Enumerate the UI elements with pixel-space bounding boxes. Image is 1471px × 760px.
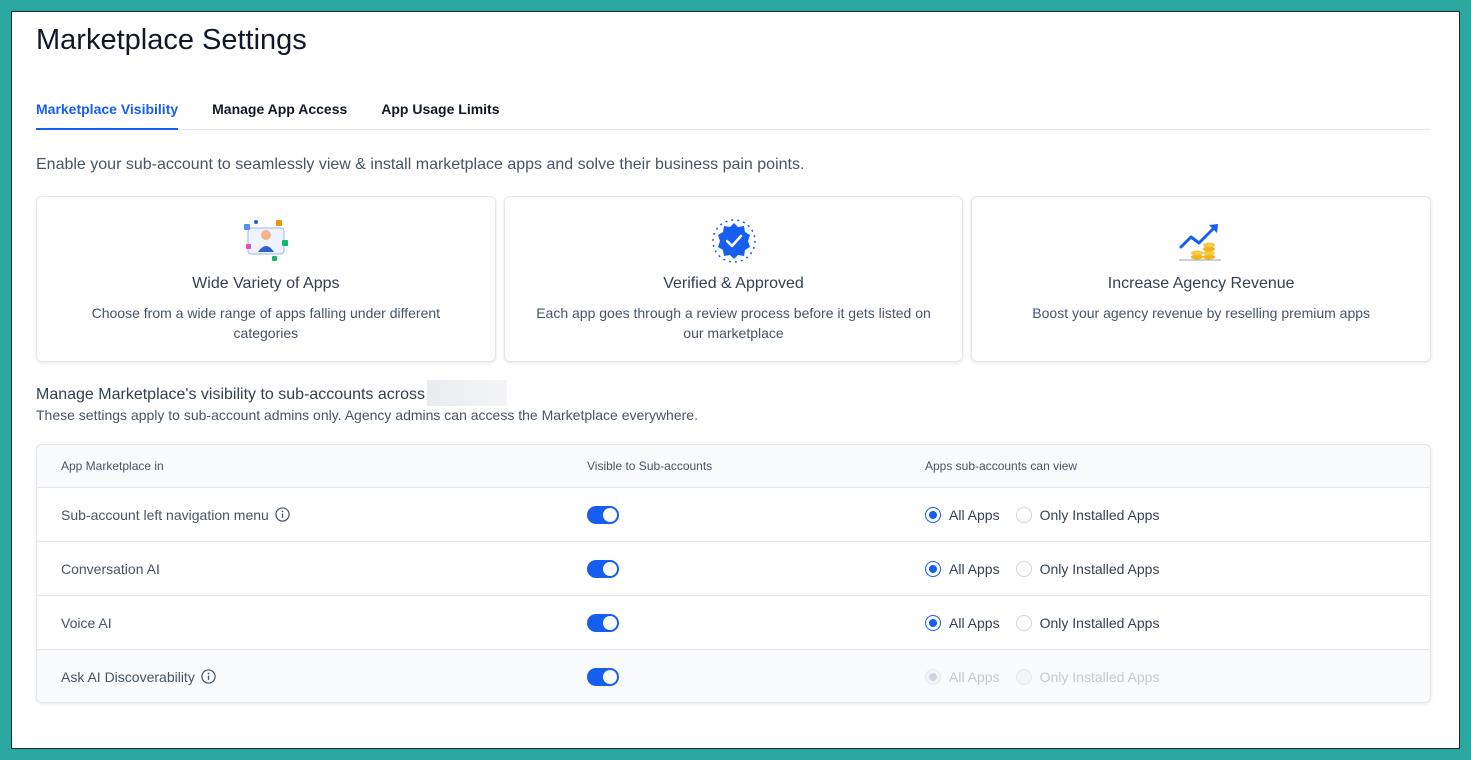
all-apps-radio[interactable] xyxy=(925,506,941,523)
row-label: Voice AI xyxy=(61,614,112,631)
radio-label: Only Installed Apps xyxy=(1039,506,1160,523)
section-subtitle: These settings apply to sub-account admi… xyxy=(36,407,698,423)
apps-view-radio-group: All Apps Only Installed Apps xyxy=(925,506,1167,523)
intro-text: Enable your sub-account to seamlessly vi… xyxy=(36,156,805,173)
card-title: Increase Agency Revenue xyxy=(1107,275,1295,292)
visibility-toggle[interactable] xyxy=(587,667,619,686)
all-apps-radio[interactable] xyxy=(925,614,941,631)
installed-apps-radio[interactable] xyxy=(1015,560,1032,577)
card-description: Choose from a wide range of apps falling… xyxy=(91,305,441,341)
visibility-toggle[interactable] xyxy=(587,505,619,524)
info-icon[interactable] xyxy=(275,507,290,522)
table-row: Conversation AI All Apps Only Installed … xyxy=(37,541,1430,595)
all-apps-radio[interactable] xyxy=(925,560,941,577)
row-label: Conversation AI xyxy=(61,560,160,577)
radio-label: All Apps xyxy=(949,506,1000,523)
table-row: Ask AI Discoverability All Apps Only Ins… xyxy=(37,649,1430,702)
card-title: Wide Variety of Apps xyxy=(192,275,340,292)
table-row: Voice AI All Apps Only Installed Apps xyxy=(37,595,1430,649)
apps-view-radio-group: All Apps Only Installed Apps xyxy=(925,668,1167,685)
section-title: Manage Marketplace's visibility to sub-a… xyxy=(36,380,507,406)
page-title: Marketplace Settings xyxy=(36,24,307,56)
feature-card-variety: Wide Variety of Apps Choose from a wide … xyxy=(36,196,496,362)
row-label: Sub-account left navigation menu xyxy=(61,506,269,523)
card-description: Boost your agency revenue by reselling p… xyxy=(1032,305,1371,321)
revenue-chart-icon xyxy=(972,217,1430,265)
row-label: Ask AI Discoverability xyxy=(61,668,195,685)
feature-cards: Wide Variety of Apps Choose from a wide … xyxy=(36,196,1432,362)
visibility-toggle[interactable] xyxy=(587,613,619,632)
feature-card-verified: Verified & Approved Each app goes throug… xyxy=(503,196,964,362)
visibility-toggle[interactable] xyxy=(587,559,619,578)
settings-panel: Marketplace Settings Marketplace Visibil… xyxy=(11,11,1460,749)
section-title-text: Manage Marketplace's visibility to sub-a… xyxy=(36,386,425,404)
card-description: Each app goes through a review process b… xyxy=(536,305,931,341)
apps-view-radio-group: All Apps Only Installed Apps xyxy=(925,560,1167,577)
radio-label: Only Installed Apps xyxy=(1039,614,1160,631)
visibility-table: App Marketplace in Visible to Sub-accoun… xyxy=(36,444,1431,703)
verified-badge-icon xyxy=(505,217,963,265)
radio-label: Only Installed Apps xyxy=(1039,668,1160,685)
installed-apps-radio xyxy=(1015,668,1032,685)
apps-illustration-icon xyxy=(37,217,495,265)
installed-apps-radio[interactable] xyxy=(1015,614,1032,631)
info-icon[interactable] xyxy=(201,669,216,684)
redacted-block xyxy=(427,380,507,406)
table-header: App Marketplace in Visible to Sub-accoun… xyxy=(37,445,1430,487)
radio-label: All Apps xyxy=(949,668,1000,685)
apps-view-radio-group: All Apps Only Installed Apps xyxy=(925,614,1167,631)
column-header: App Marketplace in xyxy=(61,459,164,473)
tab-marketplace-visibility[interactable]: Marketplace Visibility xyxy=(36,98,179,130)
radio-label: All Apps xyxy=(949,614,1000,631)
card-title: Verified & Approved xyxy=(663,275,804,292)
feature-card-revenue: Increase Agency Revenue Boost your agenc… xyxy=(971,196,1432,362)
radio-label: Only Installed Apps xyxy=(1039,560,1160,577)
tab-app-usage-limits[interactable]: App Usage Limits xyxy=(381,98,499,130)
all-apps-radio xyxy=(925,668,941,685)
column-header: Visible to Sub-accounts xyxy=(587,459,713,473)
installed-apps-radio[interactable] xyxy=(1015,506,1032,523)
tab-bar: Marketplace Visibility Manage App Access… xyxy=(36,98,1431,130)
table-row: Sub-account left navigation menu All App… xyxy=(37,487,1430,541)
tab-manage-app-access[interactable]: Manage App Access xyxy=(212,98,347,130)
column-header: Apps sub-accounts can view xyxy=(925,459,1078,473)
radio-label: All Apps xyxy=(949,560,1000,577)
